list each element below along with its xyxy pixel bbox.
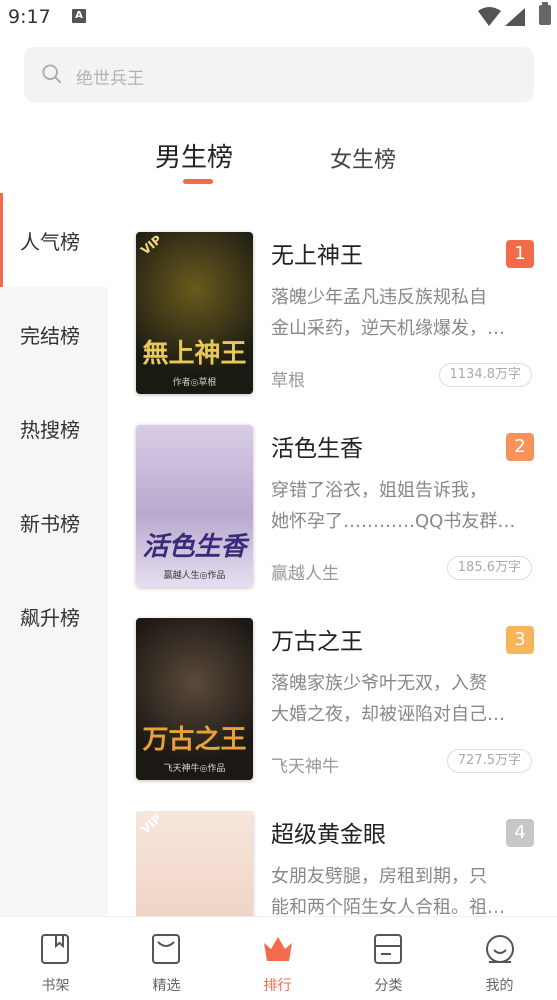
cover-author: 赢越人生◎作品 xyxy=(163,571,226,581)
sidebar-item-completed[interactable]: 完结榜 xyxy=(0,287,108,381)
vip-badge: VIP xyxy=(138,811,165,837)
status-bar: 9:17 A xyxy=(0,0,557,34)
description-line: 穿错了浴衣，姐姐告诉我， xyxy=(271,480,487,501)
nav-category[interactable]: 分类 xyxy=(333,917,444,1000)
book-description: 穿错了浴衣，姐姐告诉我， 她怀孕了…………QQ书友群：… xyxy=(271,475,533,537)
battery-icon xyxy=(539,2,551,25)
book-title[interactable]: 万古之王 xyxy=(271,622,363,656)
nav-ranking[interactable]: 排行 xyxy=(222,917,333,1000)
search-bar[interactable]: 绝世兵王 xyxy=(24,47,534,102)
description-line: 她怀孕了…………QQ书友群：… xyxy=(271,511,533,532)
cover-author: 作者◎草根 xyxy=(172,378,217,388)
description-line: 能和两个陌生女人合租。祖… xyxy=(271,897,505,916)
category-icon xyxy=(374,934,402,964)
cover-title: 万古之王 xyxy=(142,725,247,755)
book-list-item[interactable]: 活色生香 赢越人生◎作品 活色生香 2 穿错了浴衣，姐姐告诉我， 她怀孕了………… xyxy=(136,425,536,590)
tab-active-indicator xyxy=(183,179,213,184)
book-description: 落魄少年孟凡违反族规私自 金山采药，逆天机缘爆发，… xyxy=(271,282,533,344)
sidebar-item-popular[interactable]: 人气榜 xyxy=(0,193,108,287)
cover-author: 飞天神牛◎作品 xyxy=(163,764,226,774)
book-list-item[interactable]: VIP 超级 超级黄金眼 4 女朋友劈腿，房租到期，只 能和两个陌生女人合租。祖… xyxy=(136,811,536,916)
tab-female-ranking[interactable]: 女生榜 xyxy=(330,142,396,174)
book-title[interactable]: 活色生香 xyxy=(271,429,363,463)
book-author: 赢越人生 xyxy=(271,564,339,584)
rank-badge: 2 xyxy=(506,433,534,461)
notification-icon: A xyxy=(72,9,86,23)
sidebar-item-label: 热搜榜 xyxy=(20,418,80,442)
status-time: 9:17 xyxy=(8,6,51,28)
sidebar-item-hot-search[interactable]: 热搜榜 xyxy=(0,381,108,475)
sidebar-item-label: 完结榜 xyxy=(20,324,80,348)
description-line: 金山采药，逆天机缘爆发，… xyxy=(271,318,505,339)
nav-bookshelf[interactable]: 书架 xyxy=(0,917,111,1000)
nav-profile[interactable]: 我的 xyxy=(444,917,555,1000)
description-line: 落魄家族少爷叶无双，入赘 xyxy=(271,673,487,694)
word-count-badge: 185.6万字 xyxy=(446,556,532,580)
sidebar-item-new-books[interactable]: 新书榜 xyxy=(0,475,108,569)
bookshelf-icon xyxy=(41,934,69,964)
book-description: 女朋友劈腿，房租到期，只 能和两个陌生女人合租。祖… xyxy=(271,861,533,916)
cover-title: 無上神王 xyxy=(142,339,247,369)
nav-label: 书架 xyxy=(41,978,70,994)
book-cover[interactable]: VIP 超级 xyxy=(136,811,253,916)
book-cover[interactable]: 活色生香 赢越人生◎作品 xyxy=(136,425,253,587)
book-title[interactable]: 超级黄金眼 xyxy=(271,815,386,849)
tab-male-ranking[interactable]: 男生榜 xyxy=(155,137,233,174)
sidebar-item-label: 新书榜 xyxy=(20,512,80,536)
rank-badge: 1 xyxy=(506,240,534,268)
book-author: 草根 xyxy=(271,371,305,391)
vip-badge: VIP xyxy=(138,232,165,258)
book-title[interactable]: 无上神王 xyxy=(271,236,363,270)
crown-icon xyxy=(264,937,292,961)
word-count-badge: 727.5万字 xyxy=(446,749,532,773)
book-author: 飞天神牛 xyxy=(271,757,339,777)
search-placeholder: 绝世兵王 xyxy=(76,69,144,89)
sidebar-item-rising[interactable]: 飙升榜 xyxy=(0,569,108,663)
word-count-badge: 1134.8万字 xyxy=(438,363,532,387)
nav-label: 精选 xyxy=(152,978,181,994)
description-line: 女朋友劈腿，房租到期，只 xyxy=(271,866,487,887)
nav-label: 排行 xyxy=(263,978,292,994)
nav-featured[interactable]: 精选 xyxy=(111,917,222,1000)
search-icon xyxy=(42,64,62,84)
book-cover[interactable]: 万古之王 飞天神牛◎作品 xyxy=(136,618,253,780)
featured-icon xyxy=(152,934,180,964)
profile-icon xyxy=(486,935,514,963)
sidebar-item-label: 人气榜 xyxy=(20,230,80,254)
rank-badge: 4 xyxy=(506,819,534,847)
nav-label: 分类 xyxy=(374,978,403,994)
ranking-sidebar: 人气榜 完结榜 热搜榜 新书榜 飙升榜 xyxy=(0,193,108,917)
bottom-navigation: 书架 精选 排行 分类 我的 xyxy=(0,916,557,1000)
book-cover[interactable]: VIP 無上神王 作者◎草根 xyxy=(136,232,253,394)
signal-icons xyxy=(478,7,525,26)
description-line: 落魄少年孟凡违反族规私自 xyxy=(271,287,487,308)
book-list-item[interactable]: VIP 無上神王 作者◎草根 无上神王 1 落魄少年孟凡违反族规私自 金山采药，… xyxy=(136,232,536,397)
cover-title: 活色生香 xyxy=(142,532,247,562)
book-description: 落魄家族少爷叶无双，入赘 大婚之夜，却被诬陷对自己… xyxy=(271,668,533,730)
sidebar-item-label: 飙升榜 xyxy=(20,606,80,630)
rank-badge: 3 xyxy=(506,626,534,654)
description-line: 大婚之夜，却被诬陷对自己… xyxy=(271,704,505,725)
nav-label: 我的 xyxy=(485,978,514,994)
book-list-item[interactable]: 万古之王 飞天神牛◎作品 万古之王 3 落魄家族少爷叶无双，入赘 大婚之夜，却被… xyxy=(136,618,536,783)
